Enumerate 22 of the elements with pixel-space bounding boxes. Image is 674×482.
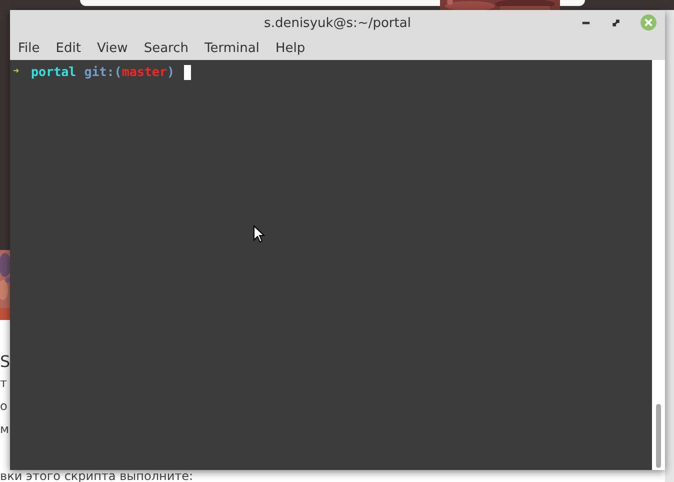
git-label: ) [166,64,175,80]
menu-item[interactable]: Terminal [204,41,260,56]
directory-text: portal [31,64,76,80]
window-title: s.denisyuk@s:~/portal [264,16,411,31]
mouse-pointer-icon [253,225,265,243]
maximize-icon[interactable] [610,16,622,28]
scrollbar[interactable] [652,60,665,470]
paragraph-text: т [0,375,7,392]
menu-item[interactable]: Help [275,41,306,56]
text-cursor [184,64,191,80]
paragraph-text: м [0,421,10,438]
close-icon[interactable] [640,14,657,31]
branch-text: master [122,64,167,80]
heading-text: S [0,352,10,372]
git-label: git:( [84,64,122,80]
menu-item[interactable]: View [96,41,128,56]
paragraph-text: о [0,398,8,415]
menu-item[interactable]: Search [144,41,188,56]
prompt-arrow: ➜ [13,65,20,79]
scrollbar-thumb[interactable] [656,404,661,468]
menu-item[interactable]: File [18,41,40,56]
menu-item[interactable]: Edit [56,41,81,56]
